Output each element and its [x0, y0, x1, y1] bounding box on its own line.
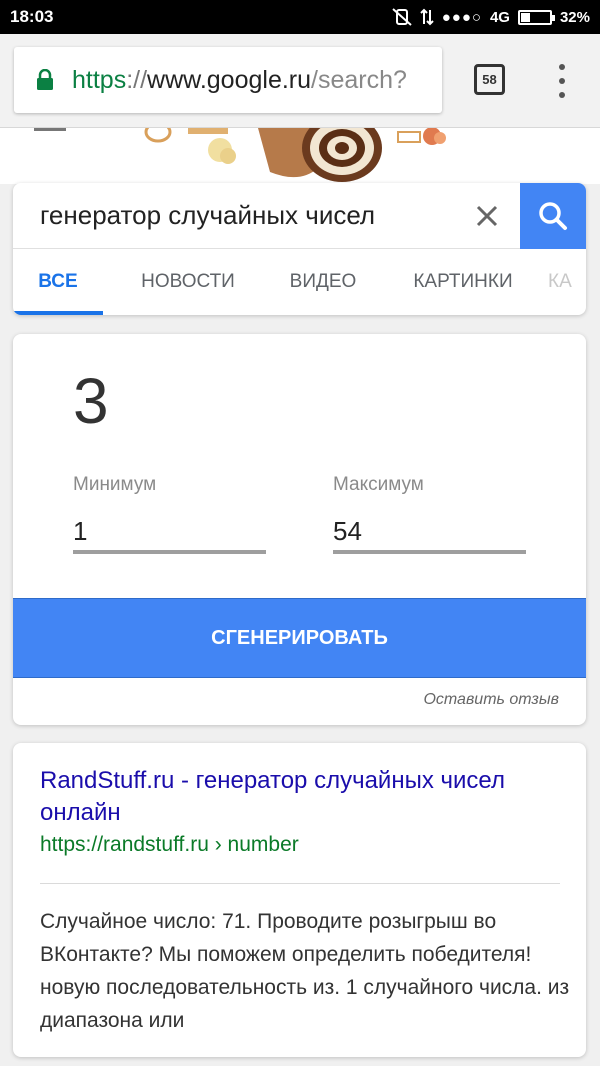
search-input[interactable]: генератор случайных чисел — [40, 200, 375, 231]
status-time: 18:03 — [10, 7, 54, 26]
min-input[interactable]: 1 — [73, 516, 266, 550]
menu-dot — [559, 64, 565, 70]
network-type: 4G — [489, 8, 510, 26]
tab-count: 58 — [482, 72, 497, 87]
status-bar: 18:03 ●●●○ 4G 32% — [0, 0, 600, 34]
clear-search-button[interactable] — [467, 196, 507, 236]
battery-icon — [517, 9, 555, 25]
max-underline — [333, 550, 526, 554]
search-tabs: ВСЕ НОВОСТИ ВИДЕО КАРТИНКИ КА — [13, 249, 586, 315]
lock-icon — [37, 69, 53, 90]
tab-more[interactable]: КА — [548, 249, 586, 315]
min-label: Минимум — [73, 474, 157, 495]
tab-all[interactable]: ВСЕ — [13, 249, 103, 315]
status-icons: ●●●○ 4G 32% — [392, 8, 590, 26]
url-separator: :// — [126, 65, 148, 94]
random-result: 3 — [73, 365, 109, 437]
address-bar[interactable]: https://www.google.ru/search? — [14, 47, 442, 113]
overflow-menu-button[interactable] — [552, 64, 572, 98]
min-field[interactable]: Минимум 1 — [73, 474, 266, 554]
search-button[interactable] — [520, 183, 586, 249]
max-input[interactable]: 54 — [333, 516, 526, 550]
doodle-illustration — [144, 128, 446, 182]
tab-video[interactable]: ВИДЕО — [278, 249, 368, 315]
feedback-link[interactable]: Оставить отзыв — [423, 691, 559, 709]
search-icon — [539, 202, 567, 230]
url-host: www.google.ru — [147, 65, 312, 94]
tab-images[interactable]: КАРТИНКИ — [398, 249, 528, 315]
tab-news[interactable]: НОВОСТИ — [118, 249, 258, 315]
result-url[interactable]: https://randstuff.ru › number — [40, 833, 299, 857]
search-card: генератор случайных чисел ВСЕ НОВОСТИ ВИ… — [13, 183, 586, 315]
search-row: генератор случайных чисел — [13, 183, 586, 249]
tab-switcher-button[interactable]: 58 — [474, 64, 505, 95]
search-result: RandStuff.ru - генератор случайных чисел… — [13, 743, 586, 1057]
google-doodle[interactable] — [0, 128, 600, 184]
url-scheme: https — [72, 65, 127, 94]
url-path: /search? — [311, 65, 407, 94]
result-snippet: Случайное число: 71. Проводите розыгрыш … — [40, 910, 570, 1032]
result-divider — [40, 883, 560, 884]
result-title-link[interactable]: RandStuff.ru - генератор случайных чисел… — [40, 765, 570, 829]
menu-dot — [559, 78, 565, 84]
min-underline — [73, 550, 266, 554]
max-label: Максимум — [333, 474, 424, 495]
max-field[interactable]: Максимум 54 — [333, 474, 526, 554]
data-transfer-icon — [419, 8, 434, 26]
battery-percent: 32% — [559, 8, 590, 26]
random-number-generator: 3 Минимум 1 Максимум 54 СГЕНЕРИРОВАТЬ Ос… — [13, 334, 586, 725]
generate-button[interactable]: СГЕНЕРИРОВАТЬ — [13, 598, 586, 678]
menu-dot — [559, 92, 565, 98]
close-icon — [476, 205, 498, 227]
vibrate-off-icon — [392, 8, 412, 26]
signal-strength-icon: ●●●○ — [441, 8, 482, 26]
browser-toolbar: https://www.google.ru/search? 58 — [0, 34, 600, 128]
